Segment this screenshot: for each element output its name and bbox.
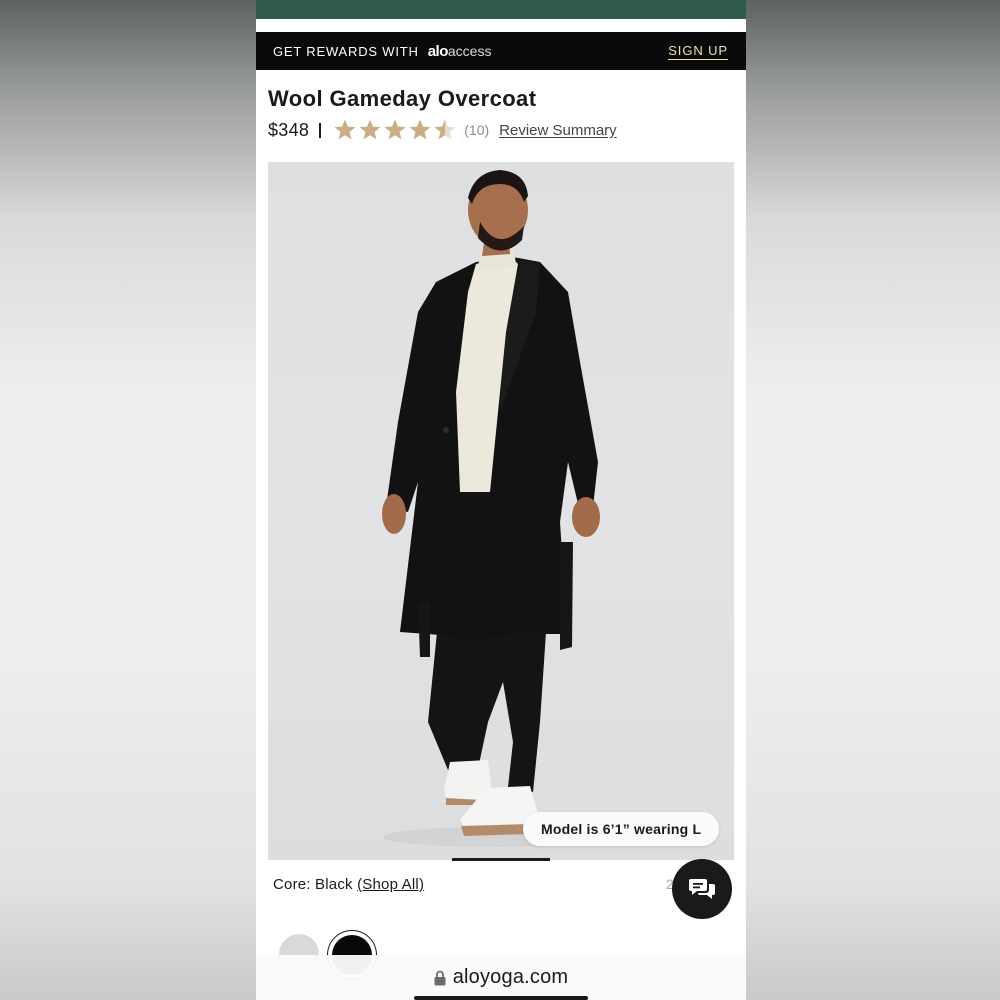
access-logo-text: access <box>447 42 492 59</box>
product-image[interactable]: Model is 6’1” wearing L <box>268 162 734 860</box>
price-rating-row: $348 (10) Review Summary <box>268 116 617 144</box>
model-photo <box>382 170 603 847</box>
model-size-info: Model is 6’1” wearing L <box>523 812 720 846</box>
url-text: aloyoga.com <box>452 966 569 988</box>
sign-up-link[interactable]: SIGN UP <box>668 43 728 60</box>
star-icon <box>359 119 381 140</box>
browser-url-bar[interactable]: aloyoga.com <box>256 955 746 1000</box>
rewards-message: GET REWARDS WITH alo access <box>273 43 491 60</box>
color-name: Core: Black <box>273 876 353 893</box>
star-icon <box>434 119 456 140</box>
lock-icon <box>434 970 446 985</box>
home-indicator <box>414 996 588 1000</box>
chat-icon <box>689 879 715 899</box>
product-price: $348 <box>268 119 310 140</box>
site-header-strip <box>256 0 746 19</box>
alo-logo-text: alo <box>427 42 449 60</box>
rewards-text: GET REWARDS WITH <box>273 43 419 59</box>
phone-screen: GET REWARDS WITH alo access SIGN UP Wool … <box>256 0 746 1000</box>
star-icon <box>409 119 431 140</box>
image-carousel-indicator <box>452 858 550 861</box>
product-title: Wool Gameday Overcoat <box>268 86 537 111</box>
color-label: Core: Black (Shop All) <box>273 876 424 893</box>
backdrop-right <box>746 0 1000 1000</box>
review-count: (10) <box>464 122 490 138</box>
star-icon <box>384 119 406 140</box>
star-rating[interactable] <box>333 118 457 142</box>
review-summary-link[interactable]: Review Summary <box>499 122 617 139</box>
backdrop-left <box>0 0 256 1000</box>
rewards-banner: GET REWARDS WITH alo access SIGN UP <box>256 32 746 70</box>
alo-access-logo: alo access <box>428 43 492 60</box>
shop-all-link[interactable]: (Shop All) <box>357 876 424 893</box>
star-icon <box>334 119 356 140</box>
divider <box>319 122 322 138</box>
chat-button[interactable] <box>672 859 732 919</box>
